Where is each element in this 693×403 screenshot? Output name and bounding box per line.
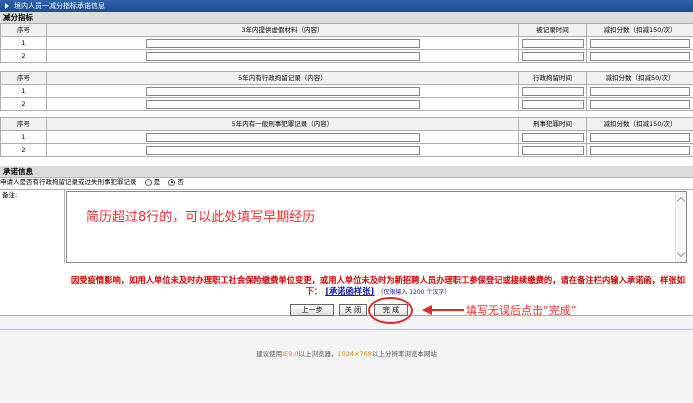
footer-ie: IE9.0 [282,350,299,358]
content-input[interactable] [145,38,420,48]
criminal-record-table: 序号 5年内有一般刑事犯罪记录（内容） 刑事犯罪时间 减扣分数（扣减150/次）… [0,117,693,157]
time-cell [518,36,587,50]
window-title: 境内人员一减分指标承诺信息 [14,2,105,10]
footer-middle: 以上浏览器， [298,350,338,358]
time-cell [518,49,587,63]
remark-scrollbar[interactable] [675,192,686,262]
epidemic-notice: 因受疫情影响，如用人单位未及时办理职工社会保险缴费单位变更，或用人单位未及时为新… [66,275,690,298]
false-material-table: 序号 3年内提供虚假材料（内容） 被记录时间 减扣分数（扣减150/次） 1 2 [0,23,693,63]
table-row: 2 [0,97,693,111]
header-content: 3年内提供虚假材料（内容） [46,23,519,37]
table-row: 1 [0,130,693,144]
radio-yes-label: 是 [153,178,161,186]
time-input[interactable] [521,145,584,155]
score-input[interactable] [590,86,690,96]
annotation-done: 填写无误后点击“完成” [466,304,577,317]
form-panel: 减分指标 序号 3年内提供虚假材料（内容） 被记录时间 减扣分数（扣减150/次… [0,12,693,316]
time-input[interactable] [521,86,584,96]
content-cell [46,143,519,157]
header-time: 行政拘留时间 [518,71,587,85]
admin-detention-table: 序号 5年内有行政拘留记录（内容） 行政拘留时间 减扣分数（扣减50/次） 1 … [0,71,693,111]
remark-textarea[interactable] [66,191,687,263]
table-row: 2 [0,49,693,63]
footer-note: 建议使用IE9.0以上浏览器，1024×768以上分辨率浏览本网站 [0,348,693,358]
content-input[interactable] [145,132,420,142]
close-button[interactable]: 关 闭 [339,304,367,316]
input-limit-note: （仅限输入 1200 个汉字） [377,289,451,296]
time-input[interactable] [521,132,584,142]
window-title-bar: 境内人员一减分指标承诺信息 [0,0,693,12]
score-input[interactable] [590,38,690,48]
score-cell [586,143,693,157]
header-content: 5年内有一般刑事犯罪记录（内容） [46,117,519,131]
header-no: 序号 [0,117,47,131]
score-cell [586,97,693,111]
time-input[interactable] [521,99,584,109]
content-cell [46,130,519,144]
scroll-down-icon[interactable] [676,248,686,258]
score-input[interactable] [590,51,690,61]
expand-triangle-icon [5,3,9,9]
prev-step-button[interactable]: 上一步 [290,304,334,316]
row-number: 2 [0,143,47,157]
content-cell [46,97,519,111]
header-content: 5年内有行政拘留记录（内容） [46,71,519,85]
time-cell [518,84,587,98]
table-row: 2 [0,143,693,157]
arrow-line [430,309,464,311]
promise-question-row: 申请人是否有行政拘留记录或过失刑事犯罪记录 是 否 [0,176,693,190]
header-no: 序号 [0,71,47,85]
row-number: 2 [0,49,47,63]
header-score: 减扣分数（扣减150/次） [586,117,693,131]
score-cell [586,49,693,63]
content-cell [46,36,519,50]
content-cell [46,84,519,98]
row-number: 1 [0,84,47,98]
radio-no-label: 否 [177,178,184,186]
content-cell [46,49,519,63]
score-cell [586,130,693,144]
table-row: 1 [0,36,693,50]
time-cell [518,130,587,144]
header-time: 刑事犯罪时间 [518,117,587,131]
time-cell [518,143,587,157]
header-no: 序号 [0,23,47,37]
annotation-remark: 简历超过8行的，可以此处填写早期经历 [86,210,316,225]
footer-suffix: 以上分辨率浏览本网站 [371,350,437,358]
score-cell [586,36,693,50]
content-input[interactable] [145,145,420,155]
header-score: 减扣分数（扣减50/次） [586,71,693,85]
radio-yes[interactable] [144,178,152,186]
footer-resolution: 1024×768 [337,350,372,358]
promise-question: 申请人是否有行政拘留记录或过失刑事犯罪记录 [0,178,137,186]
table-row: 1 [0,84,693,98]
header-score: 减扣分数（扣减150/次） [586,23,693,37]
promise-letter-sample-link[interactable]: [承诺函样张] [325,286,374,296]
content-input[interactable] [145,86,420,96]
time-input[interactable] [521,51,584,61]
footer-divider [0,329,693,330]
row-number: 1 [0,130,47,144]
row-number: 1 [0,36,47,50]
scroll-up-icon[interactable] [676,196,686,206]
radio-no[interactable] [168,178,176,186]
score-input[interactable] [590,132,690,142]
content-input[interactable] [145,51,420,61]
remark-label: 备注: [0,190,65,263]
score-input[interactable] [590,145,690,155]
content-input[interactable] [145,99,420,109]
time-input[interactable] [521,38,584,48]
score-input[interactable] [590,99,690,109]
highlight-ellipse [368,297,413,324]
time-cell [518,97,587,111]
header-time: 被记录时间 [518,23,587,37]
row-number: 2 [0,97,47,111]
score-cell [586,84,693,98]
footer-prefix: 建议使用 [256,350,283,358]
